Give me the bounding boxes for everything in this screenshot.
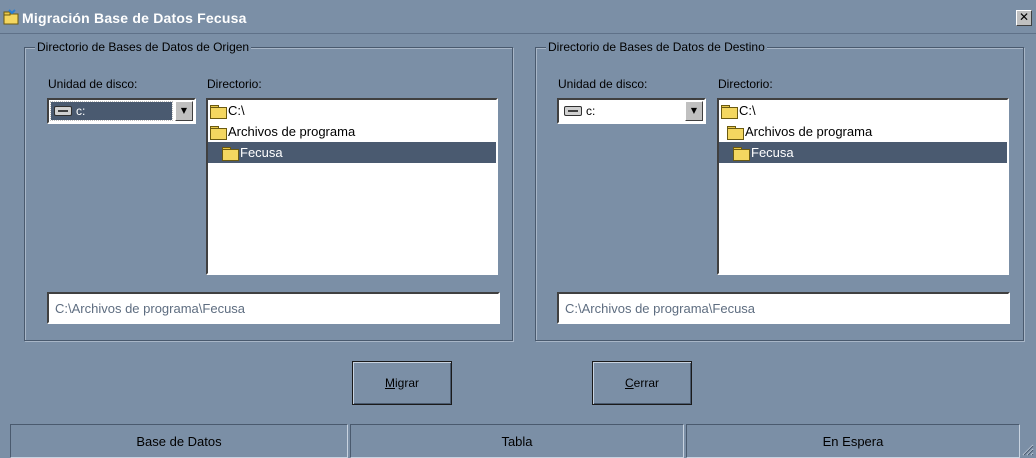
drive-icon [54,106,72,116]
drive-icon [564,106,582,116]
migration-window: Migración Base de Datos Fecusa ✕ Directo… [0,0,1036,458]
destination-path-field[interactable]: C:\Archivos de programa\Fecusa [557,292,1010,324]
destination-drive-label: Unidad de disco: [558,77,648,91]
destination-dir-item-label: Fecusa [751,145,794,160]
chevron-down-icon[interactable]: ▼ [175,101,193,121]
source-dir-item-label: Fecusa [240,145,283,160]
migrar-label: igrar [394,376,419,390]
folder-open-icon [721,104,738,119]
folder-open-icon [733,146,750,161]
source-directory-list[interactable]: C:\ Archivos de programa Fecusa [206,98,498,275]
destination-dir-item-label: C:\ [739,103,756,118]
destination-directory-group: Directorio de Bases de Datos de Destino … [535,40,1024,341]
folder-open-icon [210,125,227,140]
destination-drive-select[interactable]: c: ▼ [557,98,706,124]
status-bar: Base de Datos Tabla En Espera [0,424,1036,458]
source-dir-label: Directorio: [207,77,262,91]
source-drive-value-box: c: [50,101,173,121]
window-title: Migración Base de Datos Fecusa [22,10,247,26]
source-drive-value: c: [76,104,86,118]
close-icon[interactable]: ✕ [1016,10,1032,26]
cerrar-button[interactable]: Cerrar [592,361,692,405]
destination-dir-label: Directorio: [718,77,773,91]
source-dir-item-root[interactable]: C:\ [208,100,496,121]
status-panel-table: Tabla [350,424,684,458]
folder-open-icon [222,146,239,161]
destination-dir-item-root[interactable]: C:\ [719,100,1007,121]
source-drive-label: Unidad de disco: [48,77,138,91]
source-dir-item-fecusa[interactable]: Fecusa [208,142,496,163]
folder-open-icon [210,104,227,119]
migrar-access-key: M [384,376,395,390]
cerrar-access-key: C [624,376,634,390]
destination-dir-item-programs[interactable]: Archivos de programa [719,121,1007,142]
source-directory-group: Directorio de Bases de Datos de Origen U… [24,40,513,341]
destination-dir-item-label: Archivos de programa [745,124,873,139]
destination-dir-item-fecusa[interactable]: Fecusa [719,142,1007,163]
destination-drive-value: c: [586,104,596,118]
chevron-down-icon[interactable]: ▼ [685,101,703,121]
folder-open-icon [727,125,744,140]
status-panel-database: Base de Datos [10,424,348,458]
source-dir-item-label: C:\ [228,103,245,118]
cerrar-label: errar [633,376,659,390]
migrar-button[interactable]: Migrar [352,361,452,405]
app-icon [3,9,19,25]
source-drive-select[interactable]: c: ▼ [47,98,196,124]
source-dir-item-programs[interactable]: Archivos de programa [208,121,496,142]
destination-group-legend: Directorio de Bases de Datos de Destino [546,40,767,54]
source-group-legend: Directorio de Bases de Datos de Origen [35,40,252,54]
source-path-field[interactable]: C:\Archivos de programa\Fecusa [47,292,500,324]
status-panel-state: En Espera [686,424,1020,458]
source-dir-item-label: Archivos de programa [228,124,356,139]
title-bar[interactable]: Migración Base de Datos Fecusa ✕ [0,0,1036,34]
destination-directory-list[interactable]: C:\ Archivos de programa Fecusa [717,98,1009,275]
resize-grip-icon[interactable] [1020,442,1034,456]
destination-drive-value-box: c: [561,102,682,120]
